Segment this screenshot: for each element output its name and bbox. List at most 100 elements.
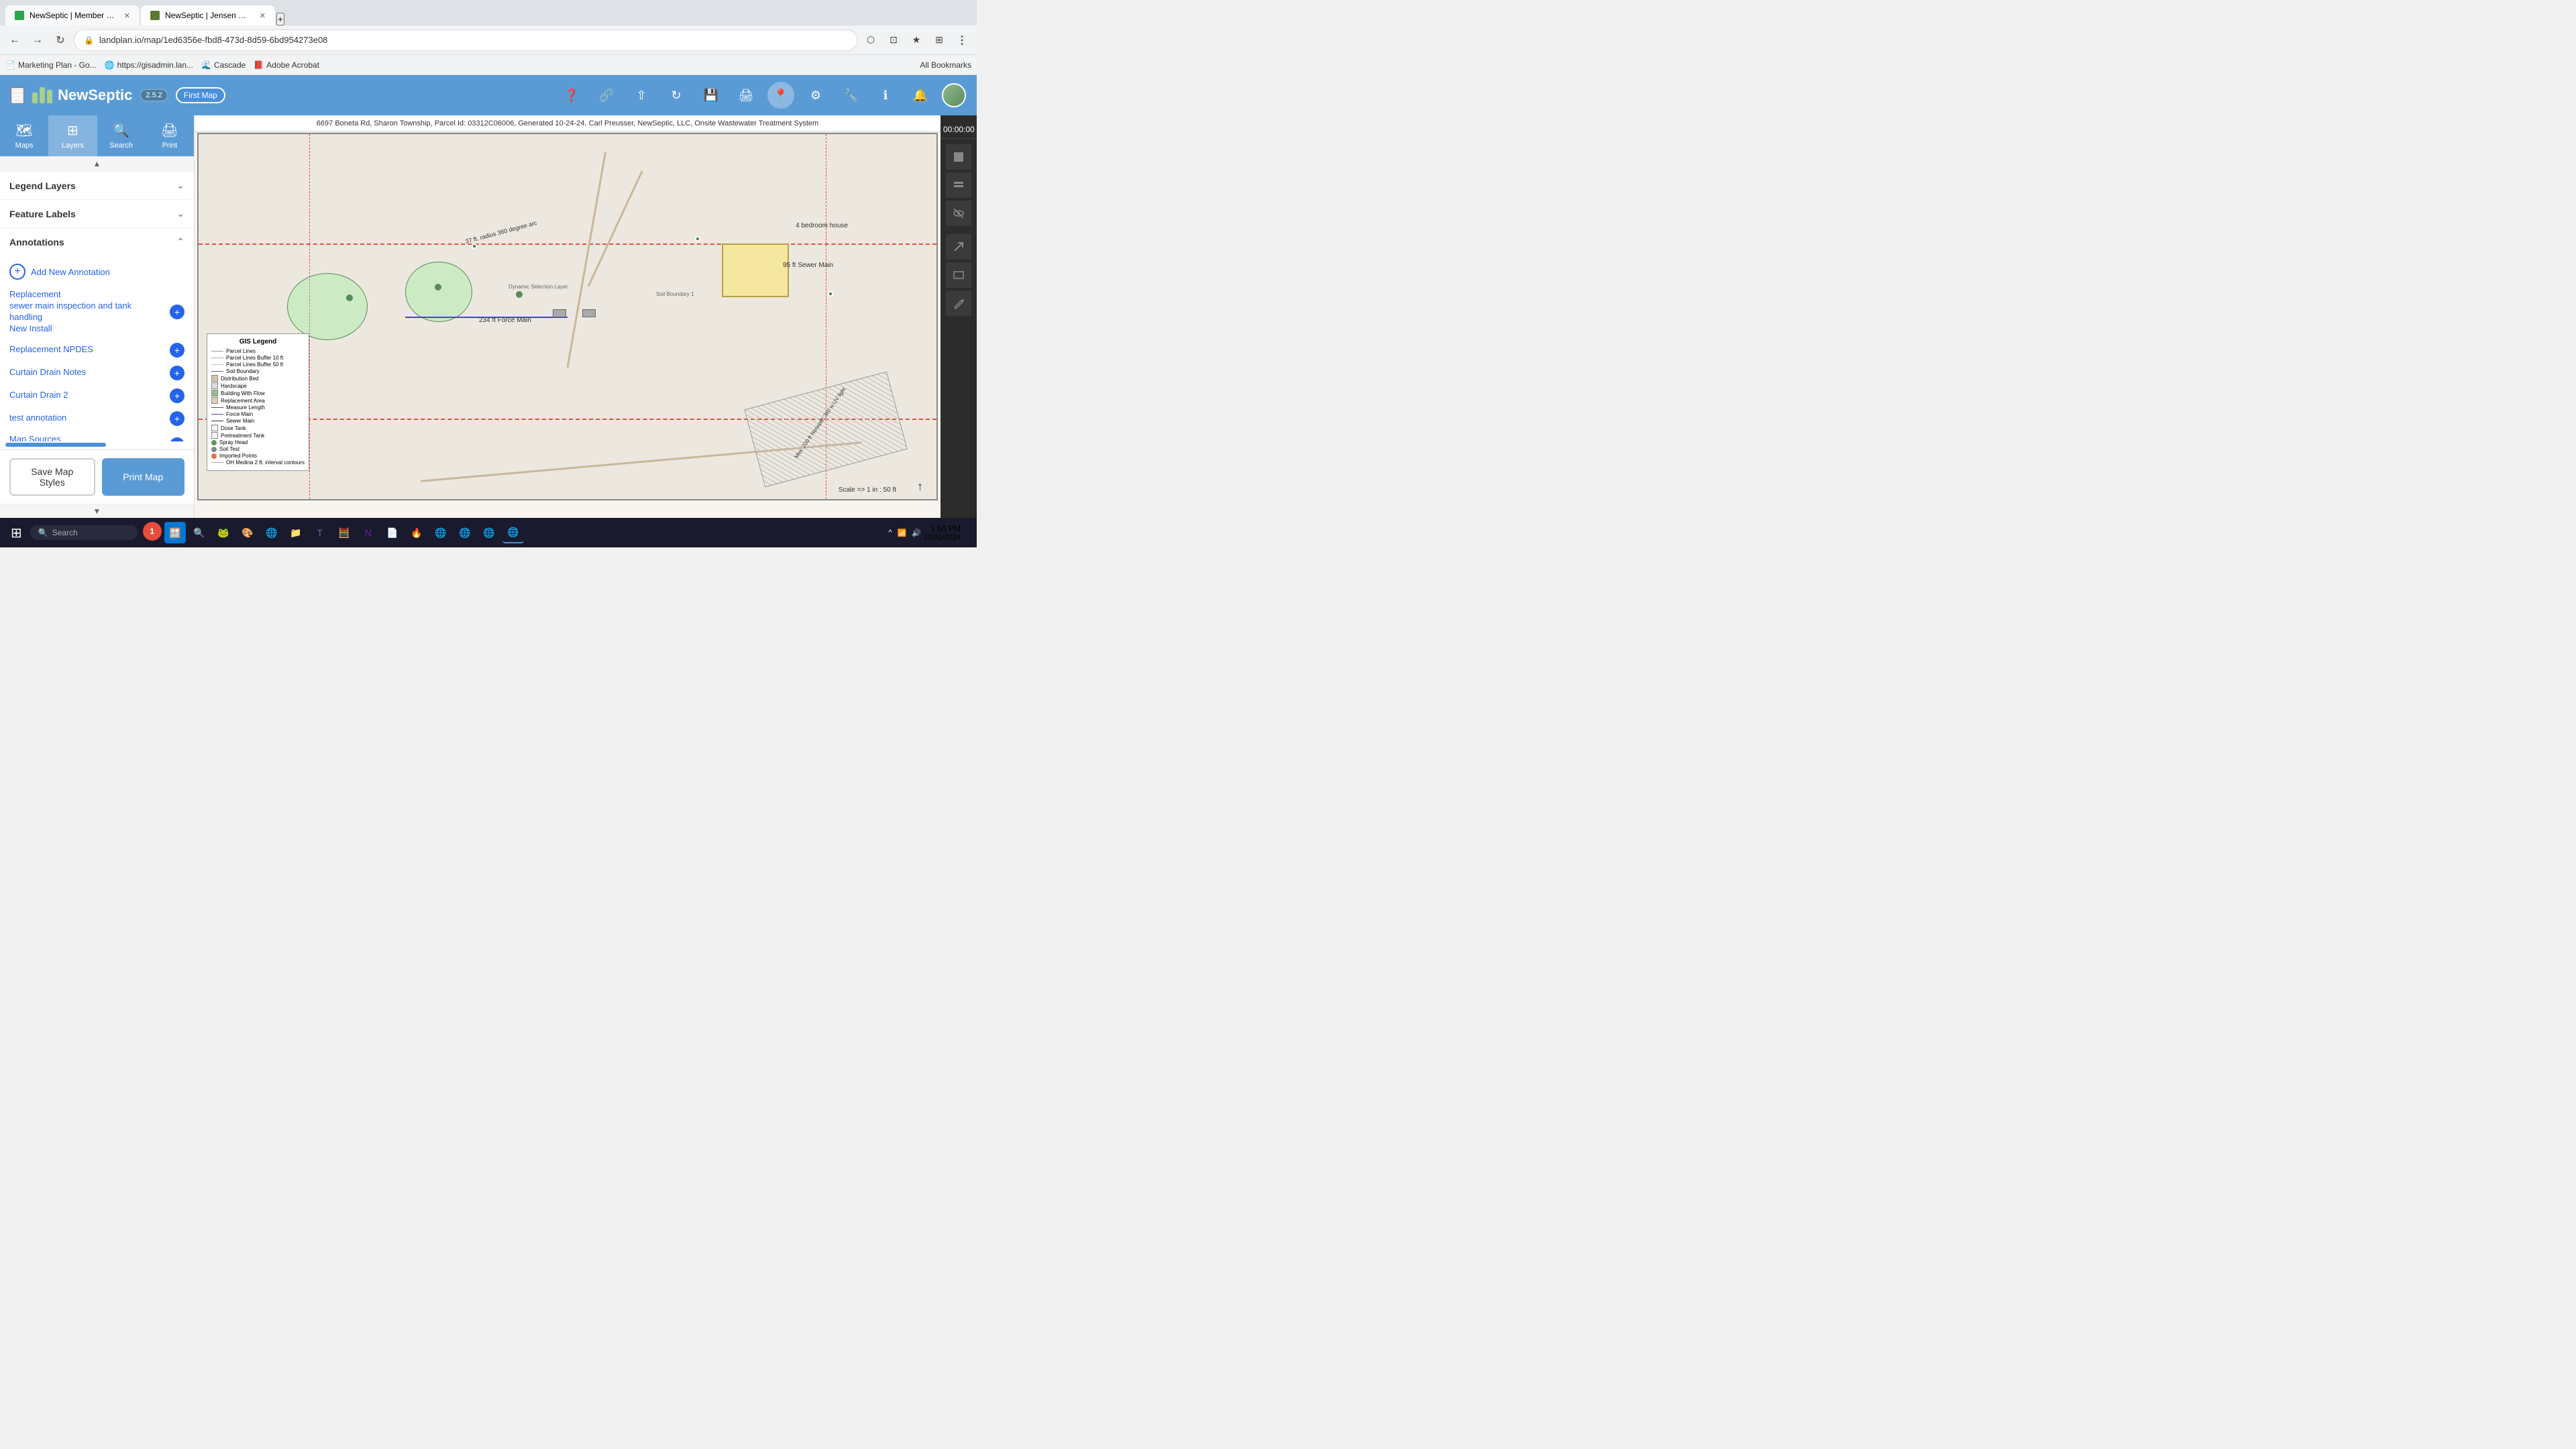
- scroll-up-button[interactable]: ▲: [93, 159, 101, 168]
- all-bookmarks-link[interactable]: All Bookmarks: [920, 60, 971, 70]
- tab-title-2: NewSeptic | Jensen Precast - La...: [165, 11, 252, 20]
- new-tab-button[interactable]: +: [276, 13, 284, 25]
- taskbar-app-onenote[interactable]: N: [358, 522, 379, 543]
- bookmarks-bar: 📄 Marketing Plan - Go... 🌐 https://gisad…: [0, 55, 977, 75]
- taskbar-app-frog[interactable]: 🐸: [213, 522, 234, 543]
- help-button[interactable]: ❓: [558, 82, 585, 109]
- avatar[interactable]: [942, 83, 966, 107]
- rt-bars-btn[interactable]: [946, 172, 971, 198]
- taskbar-app-1[interactable]: 🪟: [164, 522, 186, 543]
- taskbar-app-calc[interactable]: 🧮: [333, 522, 355, 543]
- annotation-add-btn-1[interactable]: +: [170, 305, 184, 319]
- rt-rect-btn[interactable]: [946, 262, 971, 288]
- taskbar-app-teams[interactable]: T: [309, 522, 331, 543]
- save-header-button[interactable]: 💾: [698, 82, 724, 109]
- taskbar-app-web[interactable]: 🌐: [261, 522, 282, 543]
- annotation-add-btn-2[interactable]: +: [170, 343, 184, 358]
- map-border: 4 bedroom house 95 ft Sewer Main 234 ft …: [197, 133, 938, 500]
- menu-button[interactable]: ⋮: [953, 31, 971, 50]
- bookmark-cascade[interactable]: 🌊 Cascade: [201, 60, 246, 70]
- print-header-button[interactable]: 🖨: [733, 82, 759, 109]
- taskbar-app-chrome1[interactable]: 🌐: [430, 522, 451, 543]
- tools-button[interactable]: 🔧: [837, 82, 864, 109]
- hamburger-menu[interactable]: ☰: [11, 87, 24, 104]
- sidebar-item-maps[interactable]: 🗺 Maps: [0, 115, 48, 156]
- tab-close-2[interactable]: ✕: [260, 11, 266, 20]
- horizontal-scrollbar[interactable]: [5, 443, 106, 447]
- annotation-replacement-npdes[interactable]: Replacement NPDES +: [0, 339, 194, 362]
- reload-button[interactable]: ↻: [51, 31, 70, 50]
- map-name-badge[interactable]: First Map: [176, 87, 225, 103]
- annotation-test[interactable]: test annotation +: [0, 407, 194, 430]
- bookmark-marketing[interactable]: 📄 Marketing Plan - Go...: [5, 60, 97, 70]
- info-button[interactable]: ℹ: [872, 82, 899, 109]
- rt-pen-btn[interactable]: [946, 290, 971, 316]
- external-link-button[interactable]: ⬡: [861, 31, 880, 50]
- taskbar-search-icon[interactable]: 🔍: [189, 522, 210, 543]
- folder-icon: 📁: [290, 527, 301, 539]
- sidebar-item-search[interactable]: 🔍 Search: [97, 115, 146, 156]
- annotation-add-btn-3[interactable]: +: [170, 366, 184, 380]
- logo-bar-3: [47, 90, 52, 103]
- map-container[interactable]: 6697 Boneta Rd, Sharon Township, Parcel …: [195, 115, 941, 518]
- annotation-map-sources[interactable]: Map Sourcesthe data and map information …: [0, 430, 194, 441]
- annotation-curtain-drain-2[interactable]: Curtain Drain 2 +: [0, 384, 194, 407]
- bookmark-acrobat[interactable]: 📕 Adobe Acrobat: [254, 60, 319, 70]
- house-label: 4 bedroom house: [796, 222, 848, 229]
- cast-button[interactable]: ⊡: [884, 31, 903, 50]
- section-annotations-header[interactable]: Annotations ⌃: [0, 228, 194, 256]
- extension-button[interactable]: ⊞: [930, 31, 949, 50]
- taskbar-app-docs[interactable]: 📄: [382, 522, 403, 543]
- bookmark-gisadmin[interactable]: 🌐 https://gisadmin.lan...: [105, 60, 193, 70]
- link-button[interactable]: 🔗: [593, 82, 620, 109]
- sidebar-nav: 🗺 Maps ⊞ Layers 🔍 Search 🖨 Print: [0, 115, 194, 156]
- bookmark-button[interactable]: ★: [907, 31, 926, 50]
- forward-button[interactable]: →: [28, 31, 47, 50]
- teams-icon: T: [317, 527, 323, 538]
- annotation-curtain-drain-notes[interactable]: Curtain Drain Notes +: [0, 362, 194, 384]
- section-feature-header[interactable]: Feature Labels ⌄: [0, 200, 194, 227]
- annotation-replacement-sewer[interactable]: Replacementsewer main inspection and tan…: [0, 285, 194, 339]
- taskbar-app-paint[interactable]: 🎨: [237, 522, 258, 543]
- taskbar-app-folder[interactable]: 📁: [285, 522, 307, 543]
- address-bar[interactable]: 🔒 landplan.io/map/1ed6356e-fbd8-473d-8d5…: [74, 30, 857, 51]
- taskbar-app-firefox[interactable]: 🔥: [406, 522, 427, 543]
- scroll-down-button[interactable]: ▼: [93, 506, 101, 516]
- tab-close-1[interactable]: ✕: [124, 11, 130, 20]
- bookmark-icon-1: 📄: [5, 60, 15, 70]
- sidebar-item-layers[interactable]: ⊞ Layers: [48, 115, 97, 156]
- taskbar-clock[interactable]: 1:50 PM 10/31/2024: [924, 524, 961, 541]
- share-button[interactable]: ⇧: [628, 82, 655, 109]
- show-hidden-icon[interactable]: ^: [888, 529, 892, 537]
- rt-arrow-btn[interactable]: [946, 234, 971, 260]
- notifications-button[interactable]: 🔔: [907, 82, 934, 109]
- annotation-add-btn-4[interactable]: +: [170, 388, 184, 403]
- print-map-button[interactable]: Print Map: [102, 458, 185, 496]
- taskbar-date: 10/31/2024: [924, 533, 961, 541]
- save-map-styles-button[interactable]: Save Map Styles: [9, 458, 95, 496]
- rt-eye-off-btn[interactable]: [946, 201, 971, 226]
- tab-member-profile[interactable]: NewSeptic | Member Profile ✕: [5, 5, 140, 25]
- print-icon: 🖨: [161, 122, 178, 139]
- back-button[interactable]: ←: [5, 31, 24, 50]
- refresh-button[interactable]: ↻: [663, 82, 690, 109]
- section-legend-header[interactable]: Legend Layers ⌄: [0, 172, 194, 199]
- taskbar-search[interactable]: 🔍 Search: [30, 525, 138, 540]
- rt-square-btn[interactable]: [946, 144, 971, 170]
- tank-2: [582, 309, 596, 317]
- taskbar-app-chrome2[interactable]: 🌐: [454, 522, 476, 543]
- paint-icon: 🎨: [241, 527, 253, 539]
- windows-start-button[interactable]: ⊞: [5, 522, 28, 544]
- taskbar-app-active-browser[interactable]: 🌐: [502, 522, 524, 543]
- location-button[interactable]: 📍: [767, 82, 794, 109]
- gis-legend: GIS Legend Parcel Lines Parcel Lines Buf…: [207, 333, 309, 471]
- tab-jensen-precast[interactable]: NewSeptic | Jensen Precast - La... ✕: [141, 5, 275, 25]
- annotation-add-btn-5[interactable]: +: [170, 411, 184, 426]
- sidebar-item-print[interactable]: 🖨 Print: [146, 115, 194, 156]
- browser-toolbar: ← → ↻ 🔒 landplan.io/map/1ed6356e-fbd8-47…: [0, 25, 977, 55]
- taskbar-app-notification[interactable]: 1: [143, 522, 162, 541]
- add-annotation-row[interactable]: + Add New Annotation: [0, 258, 194, 285]
- settings-button[interactable]: ⚙: [802, 82, 829, 109]
- taskbar-app-chrome3[interactable]: 🌐: [478, 522, 500, 543]
- address-text: landplan.io/map/1ed6356e-fbd8-473d-8d59-…: [99, 35, 327, 45]
